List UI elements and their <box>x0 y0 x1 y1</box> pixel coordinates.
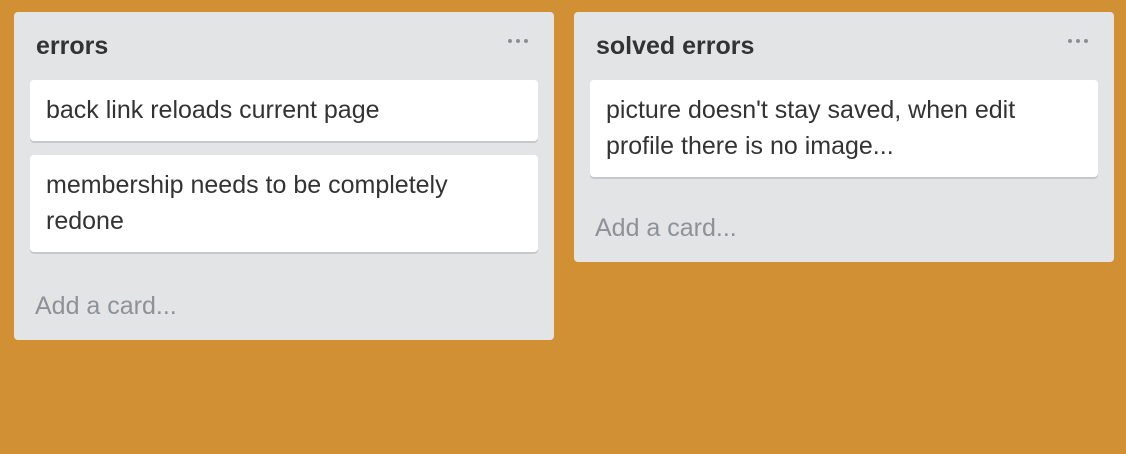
add-card-button[interactable]: Add a card... <box>595 212 737 244</box>
list-menu-ellipsis-icon[interactable] <box>506 32 530 48</box>
list-title[interactable]: errors <box>36 30 108 62</box>
dot <box>1076 39 1080 43</box>
dot <box>524 39 528 43</box>
list-errors: errors back link reloads current page me… <box>14 12 554 340</box>
list-solved-errors: solved errors picture doesn't stay saved… <box>574 12 1114 262</box>
list-header: solved errors <box>590 12 1098 80</box>
dot <box>508 39 512 43</box>
card[interactable]: picture doesn't stay saved, when edit pr… <box>590 80 1098 177</box>
dot <box>1084 39 1088 43</box>
dot <box>1068 39 1072 43</box>
board: errors back link reloads current page me… <box>0 0 1126 454</box>
card[interactable]: membership needs to be completely redone <box>30 155 538 252</box>
list-header: errors <box>30 12 538 80</box>
dot <box>516 39 520 43</box>
list-menu-ellipsis-icon[interactable] <box>1066 32 1090 48</box>
card[interactable]: back link reloads current page <box>30 80 538 141</box>
add-card-button[interactable]: Add a card... <box>35 290 177 322</box>
list-title[interactable]: solved errors <box>596 30 754 62</box>
